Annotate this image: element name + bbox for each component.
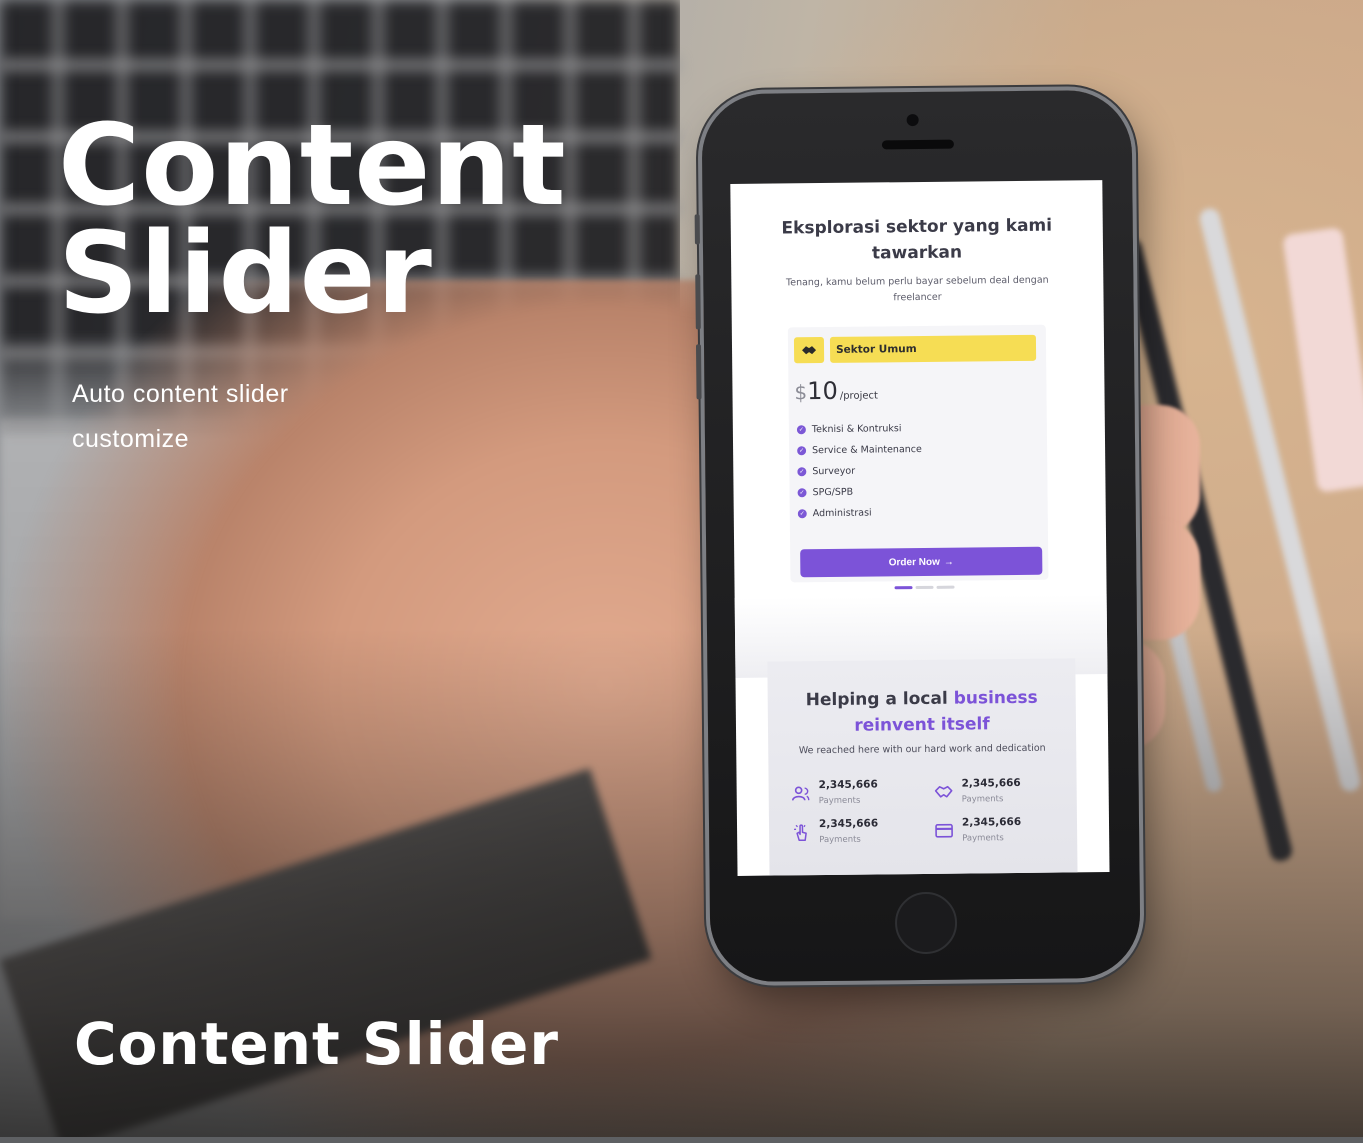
volume-up-button — [695, 274, 701, 330]
phone-screen: Eksplorasi sektor yang kami tawarkan Ten… — [730, 180, 1110, 876]
hero-subtitle-line1: Auto content slider — [72, 380, 289, 408]
stat-value: 2,345,666 — [961, 776, 1021, 790]
price-currency: $ — [794, 380, 808, 405]
section-title: Eksplorasi sektor yang kami tawarkan — [781, 215, 1053, 264]
price-value: 10 — [807, 376, 838, 406]
stats-grid: 2,345,666 Payments 2,345,666 Payments 2,… — [791, 777, 1062, 846]
stat-item: 2,345,666 Payments — [934, 816, 1061, 844]
card-price: $ 10 /project — [794, 376, 878, 405]
stat-label: Payments — [819, 834, 861, 846]
hand-click-icon — [794, 824, 807, 842]
slider-pagination — [894, 585, 955, 590]
stat-item: 2,345,666 Payments — [934, 777, 1061, 805]
feature-label: Service & Maintenance — [812, 443, 922, 457]
pricing-card[interactable]: Sektor Umum $ 10 /project ✓ Teknisi & Kon… — [787, 324, 1049, 583]
check-icon: ✓ — [797, 446, 807, 456]
list-item: ✓ Service & Maintenance — [797, 439, 922, 461]
feature-label: Surveyor — [812, 465, 856, 478]
hero-title-line2: Slider — [58, 209, 433, 339]
stat-label: Payments — [962, 833, 1004, 844]
slider-dot[interactable] — [915, 585, 934, 590]
card-label: Sektor Umum — [829, 334, 1037, 363]
stat-value: 2,345,666 — [961, 815, 1022, 829]
home-button[interactable] — [894, 891, 958, 955]
phone-speaker — [881, 139, 954, 150]
feature-label: Administrasi — [812, 507, 872, 520]
stats-title-highlight: business — [953, 687, 1038, 709]
feature-label: SPG/SPB — [812, 486, 854, 499]
volume-down-button — [695, 344, 702, 400]
stat-item: 2,345,666 Payments — [791, 778, 918, 806]
feature-label: Teknisi & Kontruksi — [811, 423, 902, 436]
slider-dot-active[interactable] — [894, 586, 913, 590]
list-item: ✓ Teknisi & Kontruksi — [796, 418, 922, 440]
check-icon: ✓ — [797, 467, 807, 477]
section-description: Tenang, kamu belum perlu bayar sebelum d… — [785, 274, 1049, 304]
stat-label: Payments — [961, 794, 1004, 805]
stats-title-plain: Helping a local — [805, 688, 954, 711]
stats-section: Helping a local business reinvent itself… — [767, 658, 1078, 876]
feature-list: ✓ Teknisi & Kontruksi ✓ Service & Maintena… — [796, 418, 923, 523]
mute-switch — [694, 214, 700, 245]
list-item: ✓ Surveyor — [797, 460, 922, 482]
order-now-label: Order Now — [888, 556, 940, 568]
hero-title: Content Slider — [58, 101, 567, 339]
price-unit: /project — [839, 390, 878, 402]
stat-value: 2,345,666 — [818, 778, 878, 792]
hero-subtitle-line2: customize — [72, 425, 190, 453]
check-icon: ✓ — [797, 488, 807, 498]
card-header: Sektor Umum — [793, 334, 1037, 364]
arrow-right-icon: → — [943, 556, 954, 568]
users-icon — [791, 786, 810, 801]
stats-title-highlight-line2: reinvent itself — [854, 714, 990, 736]
phone-device: Eksplorasi sektor yang kami tawarkan Ten… — [694, 89, 1141, 983]
bottom-strip — [0, 1137, 1363, 1143]
list-item: ✓ Administrasi — [797, 502, 923, 523]
stats-title: Helping a local business reinvent itself — [768, 684, 1077, 739]
stat-item: 2,345,666 Payments — [791, 817, 918, 845]
check-icon: ✓ — [796, 425, 806, 435]
handshake-icon — [793, 337, 825, 364]
footer-title: Content Slider — [74, 1010, 559, 1078]
check-icon: ✓ — [797, 509, 807, 519]
list-item: ✓ SPG/SPB — [797, 481, 922, 503]
stat-value: 2,345,666 — [818, 817, 879, 831]
credit-card-icon — [935, 823, 953, 838]
hero-subtitle: Auto content slider customize — [72, 372, 372, 462]
handshake-icon — [934, 785, 953, 798]
slider-dot[interactable] — [936, 585, 955, 589]
stat-label: Payments — [818, 795, 861, 807]
front-camera — [906, 114, 919, 127]
stats-description: We reached here with our hard work and d… — [798, 742, 1046, 757]
order-now-button[interactable]: Order Now → — [800, 546, 1043, 578]
hero-title-line1: Content — [58, 101, 567, 231]
